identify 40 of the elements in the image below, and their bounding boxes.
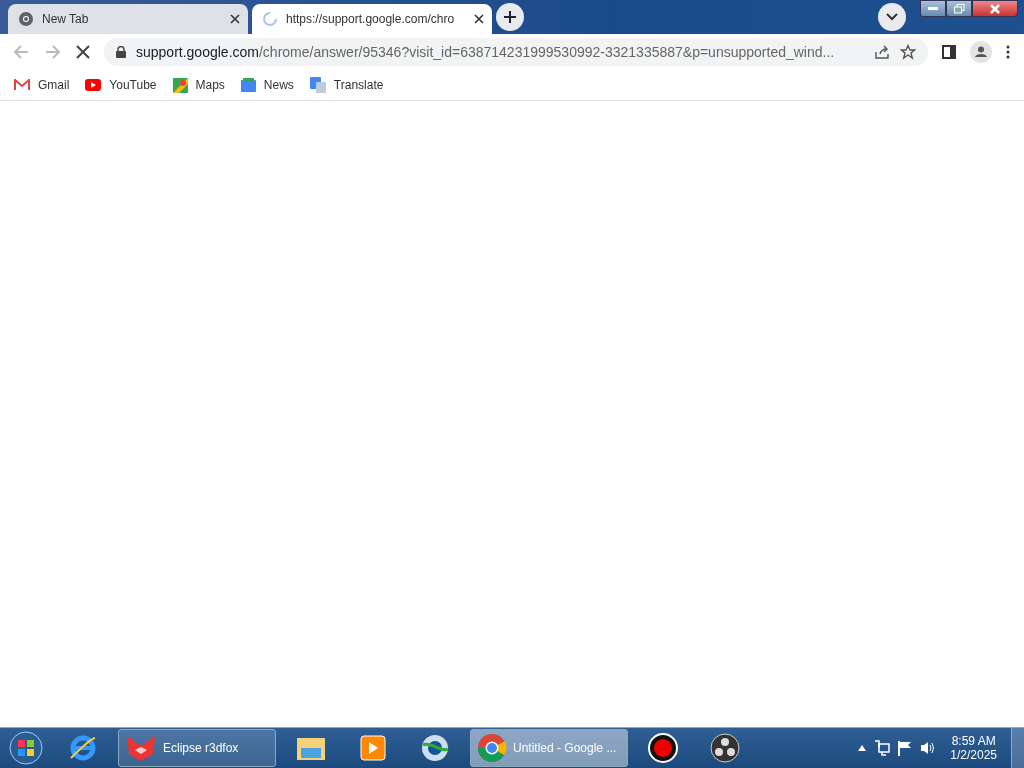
close-icon[interactable]: [474, 14, 484, 24]
profile-icon[interactable]: [970, 41, 992, 63]
tab-search-button[interactable]: [878, 3, 906, 31]
close-icon[interactable]: [230, 14, 240, 24]
lock-icon: [116, 46, 126, 58]
close-button[interactable]: [972, 0, 1018, 17]
bookmark-link[interactable]: Gmail: [14, 78, 70, 92]
bookmark-link[interactable]: News: [240, 78, 294, 92]
new-tab-button[interactable]: [496, 3, 524, 31]
tab-title: https://support.google.com/chro: [286, 12, 456, 26]
translate-icon: [309, 77, 326, 93]
menu-icon[interactable]: [1006, 45, 1010, 59]
map-pin-icon: [172, 77, 188, 93]
envelope-icon: [14, 79, 30, 91]
browser-tab[interactable]: https://support.google.com/chro: [252, 4, 492, 34]
tab-title: New Tab: [42, 12, 90, 26]
fox-logo-icon: [125, 734, 157, 762]
minimize-button[interactable]: [920, 0, 946, 17]
bookmark-link[interactable]: Translate: [309, 77, 384, 93]
plus-icon[interactable]: [503, 10, 517, 24]
chrome-logo-icon: [477, 733, 507, 763]
bookmark-link[interactable]: Maps: [172, 77, 225, 93]
bookmark-link[interactable]: YouTube: [85, 78, 157, 92]
newspaper-icon: [240, 78, 256, 92]
flag-icon[interactable]: [898, 740, 913, 756]
address-bar[interactable]: support.google.com/chrome/answer/95346?visit_id=638714231999530992-3321335887&p=unsupported_wind...: [104, 38, 928, 66]
restore-button[interactable]: [946, 0, 972, 17]
chevron-down-icon[interactable]: [886, 13, 898, 21]
taskbar-window-button[interactable]: Eclipse r3dfox: [118, 729, 276, 767]
stop-icon[interactable]: [76, 45, 90, 59]
clock[interactable]: 8:59 AM 1/2/2025: [944, 734, 1003, 762]
url-text: support.google.com/chrome/answer/95346?visit_id=638714231999530992-3321335887&p=unsupported_wind...: [136, 44, 836, 60]
play-icon: [85, 79, 102, 91]
browser-tab[interactable]: New Tab: [8, 4, 248, 34]
speaker-icon[interactable]: [920, 740, 937, 756]
share-icon[interactable]: [874, 44, 890, 60]
network-icon[interactable]: [874, 740, 891, 756]
star-icon[interactable]: [900, 44, 916, 60]
side-panel-icon[interactable]: [942, 45, 956, 59]
show-hidden-icons-icon[interactable]: [858, 745, 867, 751]
